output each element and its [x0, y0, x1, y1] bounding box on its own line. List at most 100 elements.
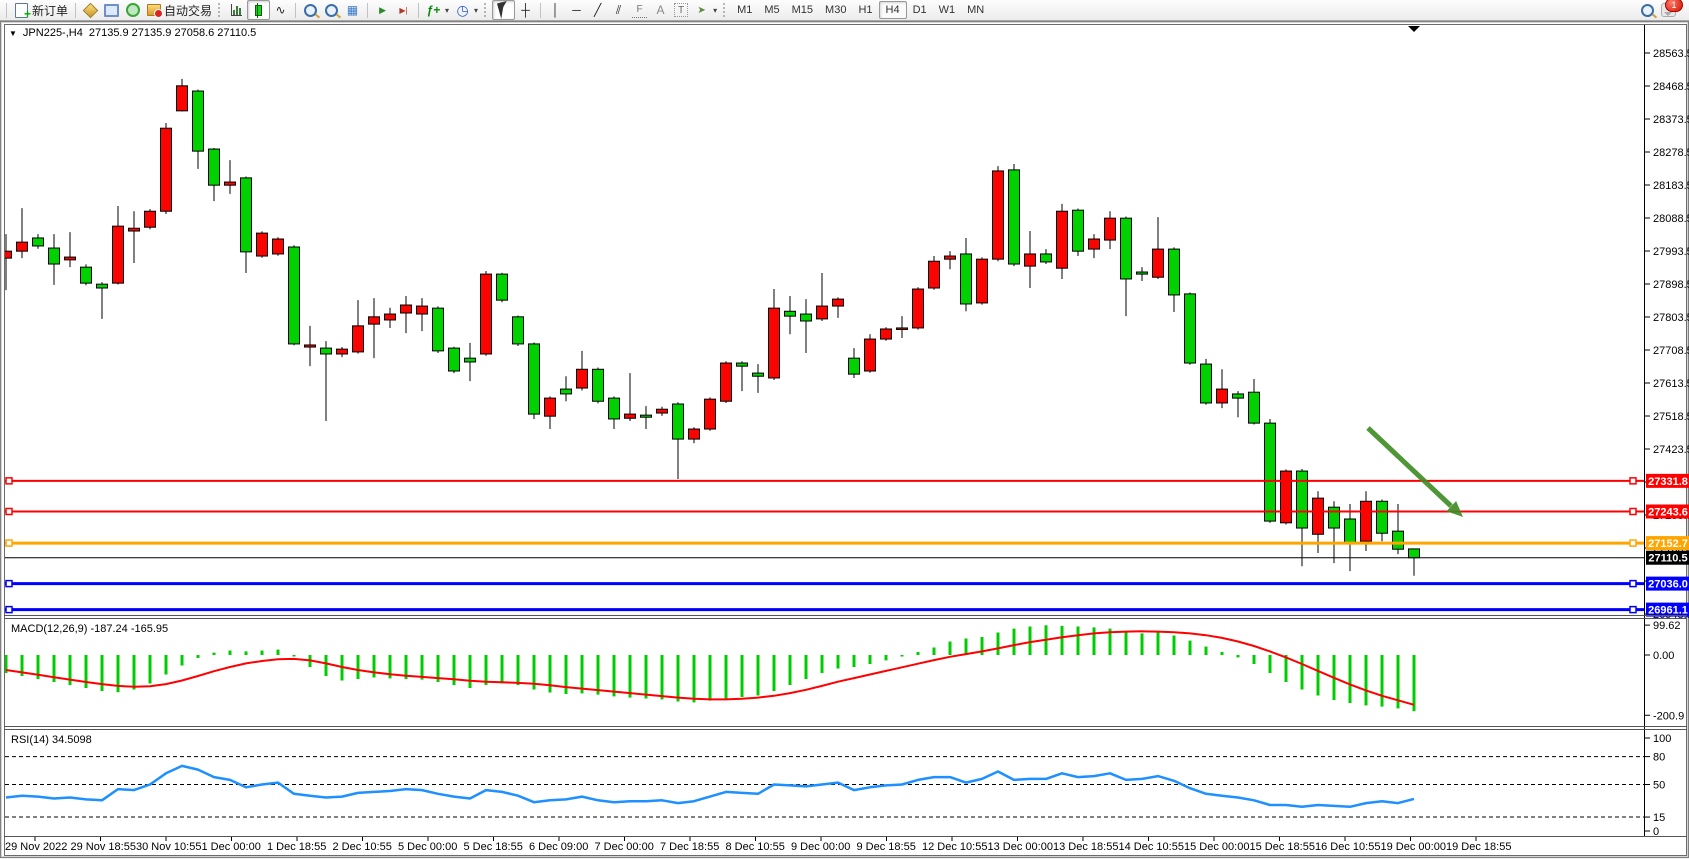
- current-price-line: 27110.5: [5, 551, 1689, 565]
- horizontal-line-object[interactable]: 27036.0: [5, 577, 1689, 591]
- candle-body: [1233, 394, 1244, 398]
- tile-windows-button[interactable]: ▦: [342, 1, 363, 19]
- zoom-out-button[interactable]: [321, 1, 342, 19]
- line-anchor-handle[interactable]: [6, 540, 12, 546]
- rsi-axis-label: 15: [1653, 812, 1665, 824]
- new-order-button[interactable]: 新订单: [11, 1, 71, 19]
- time-tick-label: 8 Dec 10:55: [726, 841, 785, 853]
- separator: [295, 3, 296, 18]
- separator: [418, 3, 419, 18]
- candle-body: [673, 404, 684, 439]
- chart-window[interactable]: ▼ JPN225-,H4 27135.9 27135.9 27058.6 271…: [0, 21, 1689, 858]
- line-anchor-handle[interactable]: [6, 581, 12, 587]
- candle-body: [993, 171, 1004, 259]
- candle-body: [1089, 239, 1100, 249]
- candle-body: [609, 398, 620, 419]
- candle-body: [641, 415, 652, 417]
- candle-body: [1297, 471, 1308, 528]
- candle-body: [1105, 218, 1116, 240]
- timeframe-m30[interactable]: M30: [819, 2, 852, 18]
- zoom-in-button[interactable]: [300, 1, 321, 19]
- candle-body: [705, 399, 716, 429]
- horizontal-line-object[interactable]: 27243.6: [5, 504, 1689, 518]
- timeframe-m1[interactable]: M1: [731, 2, 758, 18]
- timeframe-h1[interactable]: H1: [852, 2, 878, 18]
- new-order-icon: [14, 3, 29, 18]
- trendline-tool-button[interactable]: ╱: [587, 1, 608, 19]
- line-anchor-handle[interactable]: [1630, 607, 1636, 613]
- bar-chart-icon: [229, 3, 244, 18]
- timeframe-d1[interactable]: D1: [907, 2, 933, 18]
- time-axis[interactable]: 29 Nov 202229 Nov 18:5530 Nov 10:551 Dec…: [5, 837, 1511, 853]
- chart-shift-button[interactable]: ▶|: [393, 1, 414, 19]
- horizontal-line-object[interactable]: 26961.1: [5, 603, 1689, 617]
- auto-scroll-button[interactable]: ▶: [372, 1, 393, 19]
- price-chart-canvas[interactable]: 28563.528468.528373.528278.528183.528088…: [1, 22, 1689, 859]
- candlestick-chart-button[interactable]: [247, 0, 270, 20]
- timeframe-w1[interactable]: W1: [933, 2, 962, 18]
- line-anchor-handle[interactable]: [1630, 508, 1636, 514]
- candle-body: [1377, 501, 1388, 533]
- time-tick-label: 6 Dec 09:00: [529, 841, 588, 853]
- bar-chart-button[interactable]: [226, 1, 247, 19]
- candle-body: [881, 329, 892, 339]
- channel-tool-button[interactable]: ⫽: [608, 1, 629, 19]
- search-icon: [1640, 3, 1655, 18]
- candle-body: [433, 308, 444, 351]
- text-label-tool-button[interactable]: T: [671, 1, 691, 19]
- rsi-axis-label: 0: [1653, 826, 1659, 838]
- data-window-button[interactable]: [101, 1, 122, 19]
- period-clock-button[interactable]: ◷ ▾: [452, 1, 481, 19]
- line-anchor-handle[interactable]: [6, 607, 12, 613]
- crosshair-tool-button[interactable]: ┼: [515, 1, 536, 19]
- line-anchor-handle[interactable]: [6, 508, 12, 514]
- macd-label: MACD(12,26,9) -187.24 -165.95: [11, 623, 168, 635]
- line-anchor-handle[interactable]: [1630, 581, 1636, 587]
- horizontal-line-icon: ─: [569, 3, 584, 18]
- arrows-tool-button[interactable]: ➤ ▾: [691, 1, 720, 19]
- horizontal-line-object[interactable]: 27152.7: [5, 536, 1689, 550]
- line-anchor-handle[interactable]: [1630, 540, 1636, 546]
- market-watch-button[interactable]: [80, 1, 101, 19]
- candle-body: [1073, 210, 1084, 251]
- chevron-down-icon: ▾: [713, 6, 717, 15]
- line-price-label: 27036.0: [1648, 579, 1688, 591]
- notifications-button[interactable]: 1: [1658, 1, 1679, 19]
- timeframe-h4[interactable]: H4: [879, 1, 907, 19]
- price-tick-label: 28278.5: [1653, 147, 1689, 159]
- horizontal-line-tool-button[interactable]: ─: [566, 1, 587, 19]
- time-tick-label: 2 Dec 10:55: [333, 841, 392, 853]
- navigator-button[interactable]: [122, 1, 143, 19]
- candle-body: [913, 289, 924, 328]
- candle-body: [1137, 272, 1148, 274]
- price-tick-label: 28183.5: [1653, 180, 1689, 192]
- timeframe-m15[interactable]: M15: [786, 2, 819, 18]
- autotrading-label: 自动交易: [164, 2, 212, 19]
- arrows-icon: ➤: [694, 3, 709, 18]
- chat-bubble-icon: 1: [1661, 3, 1676, 18]
- search-button[interactable]: [1637, 1, 1658, 19]
- candle-body: [1313, 498, 1324, 534]
- line-anchor-handle[interactable]: [6, 478, 12, 484]
- horizontal-line-object[interactable]: 27331.8: [5, 474, 1689, 488]
- candle-body: [289, 247, 300, 344]
- candle-body: [577, 369, 588, 388]
- chevron-down-icon[interactable]: ▼: [9, 29, 17, 38]
- candle-body: [129, 228, 140, 231]
- fibonacci-tool-button[interactable]: F: [629, 1, 650, 19]
- cursor-tool-button[interactable]: [492, 0, 515, 20]
- chart-shift-icon: ▶|: [396, 3, 411, 18]
- arrow-shaft[interactable]: [1368, 428, 1451, 506]
- candle-body: [481, 274, 492, 354]
- vertical-line-tool-button[interactable]: │: [545, 1, 566, 19]
- add-indicator-button[interactable]: ƒ+ ▾: [423, 1, 452, 19]
- line-anchor-handle[interactable]: [1630, 478, 1636, 484]
- autotrading-button[interactable]: 自动交易: [143, 1, 215, 19]
- time-tick-label: 15 Dec 18:55: [1250, 841, 1315, 853]
- timeframe-m5[interactable]: M5: [758, 2, 785, 18]
- line-chart-button[interactable]: ∿: [270, 1, 291, 19]
- timeframe-mn[interactable]: MN: [961, 2, 990, 18]
- text-tool-button[interactable]: A: [650, 1, 671, 19]
- candle-body: [273, 239, 284, 254]
- chart-shift-marker-icon: [1408, 26, 1420, 32]
